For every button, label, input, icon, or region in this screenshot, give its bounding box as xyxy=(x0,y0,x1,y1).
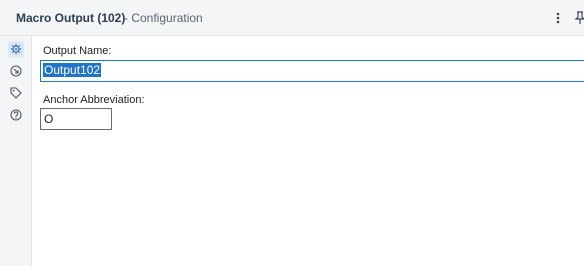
help-circle-icon[interactable] xyxy=(8,107,24,123)
output-name-value: Output102 xyxy=(43,63,102,77)
output-name-label: Output Name: xyxy=(43,45,112,57)
configuration-form: Output Name: Output102 Anchor Abbreviati… xyxy=(32,36,584,266)
output-name-field[interactable]: Output102 xyxy=(40,60,584,82)
tool-title: Macro Output (102) xyxy=(16,11,126,25)
panel-subtitle: - Configuration xyxy=(124,11,203,25)
config-header: Macro Output (102) - Configuration xyxy=(0,0,584,36)
anchor-abbreviation-label: Anchor Abbreviation: xyxy=(43,94,145,106)
tag-icon[interactable] xyxy=(8,85,24,101)
more-vertical-icon[interactable] xyxy=(551,9,565,27)
arrow-in-circle-icon[interactable] xyxy=(8,63,24,79)
anchor-abbreviation-field[interactable]: O xyxy=(40,108,112,130)
gear-icon[interactable] xyxy=(8,41,24,57)
anchor-abbreviation-value: O xyxy=(44,112,54,126)
side-rail xyxy=(0,36,32,266)
pin-icon[interactable] xyxy=(573,9,584,27)
